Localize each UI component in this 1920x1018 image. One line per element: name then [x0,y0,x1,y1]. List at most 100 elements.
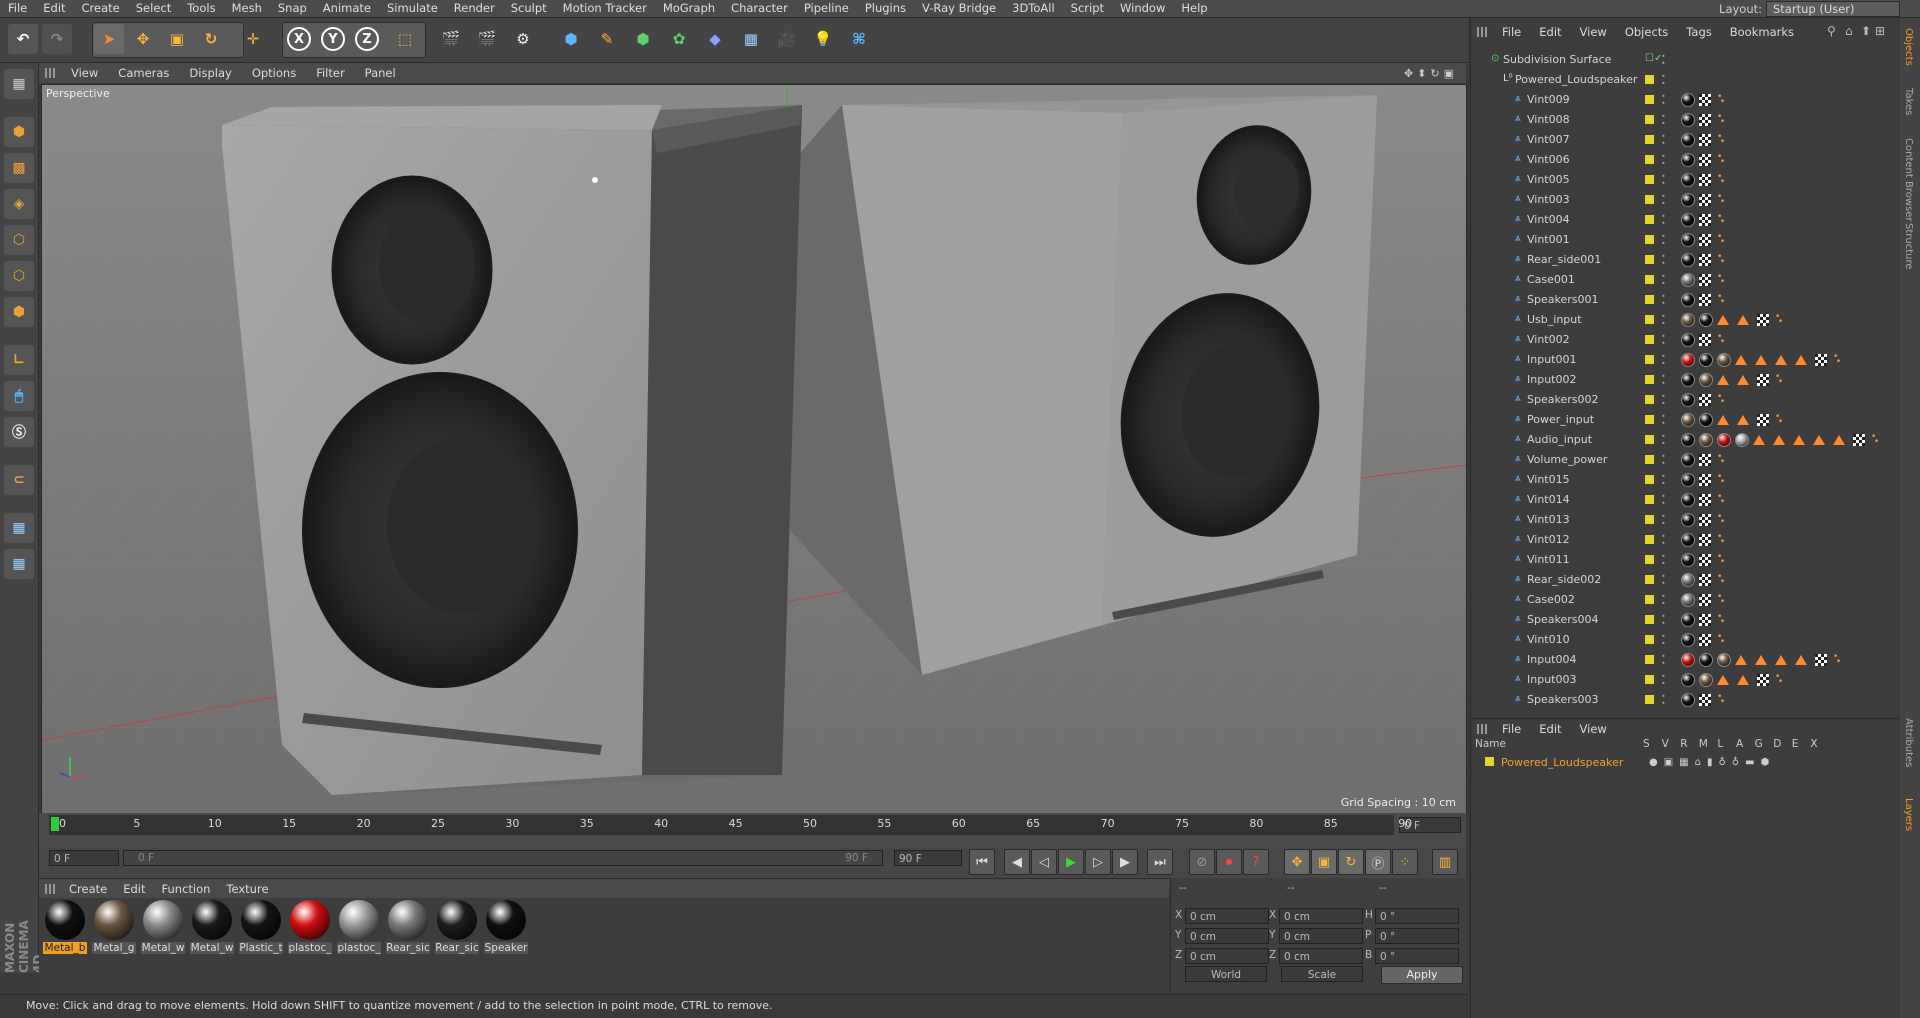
object-row[interactable]: ⩓ Vint015 • • • • [1471,470,1901,490]
visibility-flag[interactable] [1645,655,1654,664]
timeline-window-icon[interactable]: ▥ [1432,849,1458,875]
material-tag-icon[interactable] [1681,373,1695,387]
material-tag-icon[interactable] [1681,313,1695,327]
material-tag-icon[interactable] [1699,353,1713,367]
play-icon[interactable]: ▶ [1058,849,1084,875]
material-tag-icon[interactable] [1681,633,1695,647]
coord-value-field[interactable]: 0 cm [1279,928,1363,944]
uvw-tag-icon[interactable] [1699,234,1711,246]
key-position-icon[interactable]: ✥ [1284,849,1310,875]
render-dots-icon[interactable]: • • [1661,273,1666,288]
layer-flags-icon[interactable]: ●▣▦⌂▮♁♁▬⬢ [1649,754,1775,772]
material-tag-icon[interactable] [1681,653,1695,667]
selection-tag-icon[interactable]: • • [1717,213,1725,227]
coord-value-field[interactable]: 0 cm [1185,948,1269,964]
mograph-cloner-icon[interactable]: ✿ [664,24,694,54]
coord-value-field[interactable]: 0 cm [1279,948,1363,964]
phong-tag-icon[interactable] [1737,315,1749,325]
menu-snap[interactable]: Snap [270,0,315,17]
phong-tag-icon[interactable] [1753,435,1765,445]
om-menu-bookmarks[interactable]: Bookmarks [1721,25,1803,39]
layer-column-header[interactable]: E [1792,738,1799,750]
selection-tag-icon[interactable]: • • [1717,233,1725,247]
object-row[interactable]: ⩓ Vint014 • • • • [1471,490,1901,510]
pen-spline-icon[interactable]: ✎ [592,24,622,54]
selection-tag-icon[interactable]: • • [1717,553,1725,567]
material-tag-icon[interactable] [1681,693,1695,707]
menu-v-ray-bridge[interactable]: V-Ray Bridge [914,0,1004,17]
om-home-icon[interactable]: ⌂ [1845,24,1853,38]
material-menu-create[interactable]: Create [61,882,115,896]
material-tag-icon[interactable] [1681,133,1695,147]
layer-column-header[interactable]: V [1662,738,1669,750]
frame-range-slider[interactable]: 0 F 90 F [123,850,883,866]
3d-viewport[interactable]: Perspective Grid Spacing : 10 cm [41,84,1467,814]
visibility-flag[interactable] [1645,135,1654,144]
menu-file[interactable]: File [0,0,35,17]
select-arrow-icon[interactable]: ➤ [94,24,124,54]
visibility-flag[interactable] [1645,675,1654,684]
visibility-flag[interactable] [1645,495,1654,504]
visibility-flag[interactable] [1645,395,1654,404]
subdivision-generator-icon[interactable]: ⬢ [628,24,658,54]
layer-column-header[interactable]: G [1755,738,1763,750]
scale-mode-dropdown[interactable]: Scale [1281,966,1363,982]
menu-3dtoall[interactable]: 3DToAll [1004,0,1063,17]
visibility-flag[interactable] [1645,275,1654,284]
render-dots-icon[interactable]: • • [1661,653,1666,668]
uvw-tag-icon[interactable] [1699,254,1711,266]
end-frame-field[interactable]: 90 F [894,850,962,866]
phong-tag-icon[interactable] [1795,655,1807,665]
object-row[interactable]: ⩓ Vint013 • • • • [1471,510,1901,530]
viewport-menu-display[interactable]: Display [179,66,241,80]
coordinate-system-icon[interactable]: ⬚ [390,24,420,54]
render-dots-icon[interactable]: • • [1661,413,1666,428]
render-dots-icon[interactable]: • • [1661,213,1666,228]
panel-grip-icon[interactable] [1477,27,1487,37]
object-row[interactable]: ⩓ Audio_input • • • • [1471,430,1901,450]
material-tag-icon[interactable] [1681,253,1695,267]
phong-tag-icon[interactable] [1775,355,1787,365]
selection-tag-icon[interactable]: • • [1717,273,1725,287]
selection-tag-icon[interactable]: • • [1717,493,1725,507]
viewport-nav-icons[interactable]: ✥⬍↻▣ [1404,67,1466,80]
selection-tag-icon[interactable]: • • [1717,513,1725,527]
visibility-flag[interactable] [1645,575,1654,584]
selection-tag-icon[interactable]: • • [1717,253,1725,267]
object-row[interactable]: ⩓ Vint008 • • • • [1471,110,1901,130]
render-dots-icon[interactable]: • • [1661,453,1666,468]
selection-tag-icon[interactable]: • • [1717,393,1725,407]
next-key-icon[interactable]: ▶ [1112,849,1138,875]
points-mode-icon[interactable]: ⬡ [4,225,34,255]
uvw-tag-icon[interactable] [1699,474,1711,486]
menu-tools[interactable]: Tools [179,0,223,17]
visibility-flag[interactable] [1645,515,1654,524]
material-tag-icon[interactable] [1681,193,1695,207]
visibility-flag[interactable] [1645,435,1654,444]
material-tag-icon[interactable] [1681,333,1695,347]
render-dots-icon[interactable]: • • [1661,153,1666,168]
material-tag-icon[interactable] [1699,673,1713,687]
object-row[interactable]: ⩓ Power_input • • • • [1471,410,1901,430]
selection-tag-icon[interactable]: • • [1717,473,1725,487]
phong-tag-icon[interactable] [1755,355,1767,365]
playhead-marker[interactable] [51,817,59,831]
render-dots-icon[interactable]: • • [1661,293,1666,308]
material-tag-icon[interactable] [1681,613,1695,627]
material-swatch[interactable]: Metal_w [190,900,234,960]
material-tag-icon[interactable] [1681,573,1695,587]
phong-tag-icon[interactable] [1717,315,1729,325]
menu-window[interactable]: Window [1112,0,1173,17]
panel-grip-icon[interactable] [45,884,55,894]
material-tag-icon[interactable] [1699,373,1713,387]
menu-plugins[interactable]: Plugins [857,0,914,17]
goto-end-icon[interactable]: ⏭ [1147,849,1173,875]
render-dots-icon[interactable]: • • [1661,633,1666,648]
object-row[interactable]: ⩓ Rear_side001 • • • • [1471,250,1901,270]
om-menu-objects[interactable]: Objects [1616,25,1677,39]
uvw-tag-icon[interactable] [1699,534,1711,546]
uvw-tag-icon[interactable] [1757,414,1769,426]
visibility-flag[interactable] [1645,295,1654,304]
menu-sculpt[interactable]: Sculpt [503,0,555,17]
visibility-flag[interactable] [1645,615,1654,624]
